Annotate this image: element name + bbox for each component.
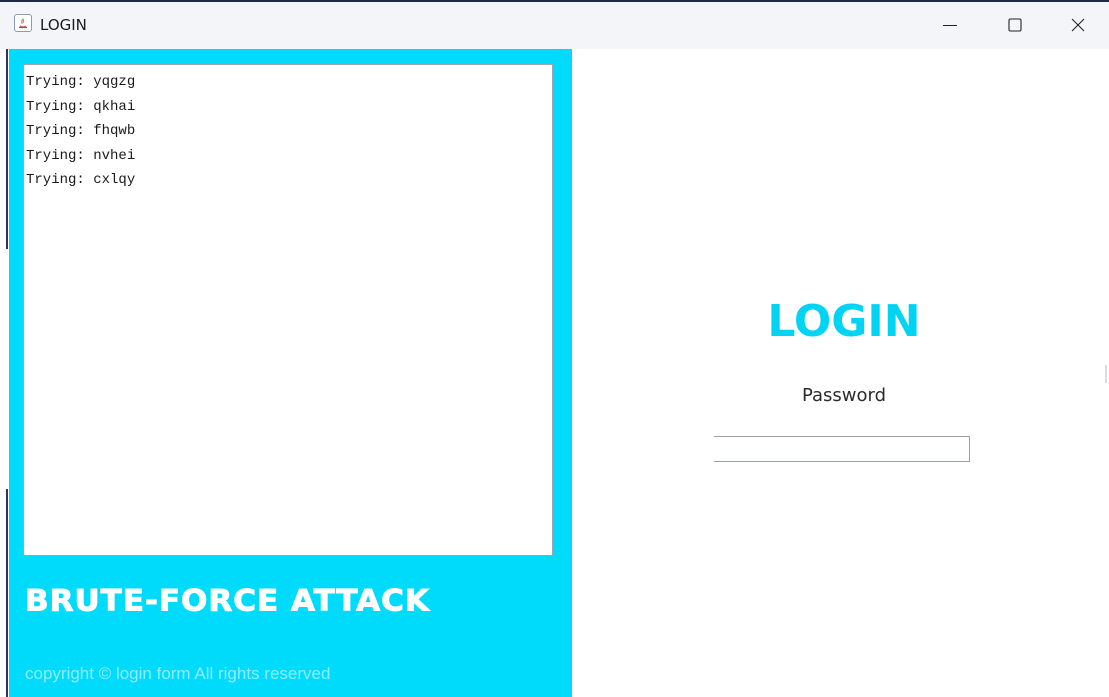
password-label: Password bbox=[801, 385, 887, 406]
log-line: Trying: nvhei bbox=[26, 147, 136, 164]
window-right-edge-mark bbox=[1105, 365, 1107, 383]
attempt-log-textarea[interactable]: Trying: yqgzg Trying: qkhai Trying: fhqw… bbox=[23, 64, 553, 556]
attack-panel: Trying: yqgzg Trying: qkhai Trying: fhqw… bbox=[9, 49, 572, 697]
log-line: Trying: qkhai bbox=[26, 98, 136, 115]
edge-mark bbox=[6, 489, 8, 697]
minimize-button[interactable] bbox=[920, 2, 980, 49]
edge-mark bbox=[6, 49, 8, 249]
window-left-edge bbox=[0, 49, 9, 697]
log-line: Trying: fhqwb bbox=[26, 123, 136, 139]
close-icon bbox=[1071, 18, 1085, 32]
window-title: LOGIN bbox=[40, 16, 87, 34]
title-bar[interactable]: LOGIN bbox=[0, 0, 1109, 49]
maximize-button[interactable] bbox=[985, 2, 1045, 49]
minimize-icon bbox=[943, 25, 957, 26]
log-line: Trying: cxlqy bbox=[26, 172, 136, 188]
app-window: LOGIN Trying: yqgzg Trying: qkhai Trying… bbox=[0, 0, 1109, 697]
password-field[interactable] bbox=[714, 436, 970, 462]
login-heading: LOGIN bbox=[767, 296, 921, 347]
copyright-text: copyright © login form All rights reserv… bbox=[25, 664, 331, 683]
maximize-icon bbox=[1008, 18, 1022, 32]
java-app-icon[interactable] bbox=[14, 14, 32, 32]
brand-heading: BRUTE-FORCE ATTACK bbox=[25, 584, 430, 619]
close-button[interactable] bbox=[1048, 2, 1108, 49]
log-line: Trying: yqgzg bbox=[26, 74, 136, 90]
